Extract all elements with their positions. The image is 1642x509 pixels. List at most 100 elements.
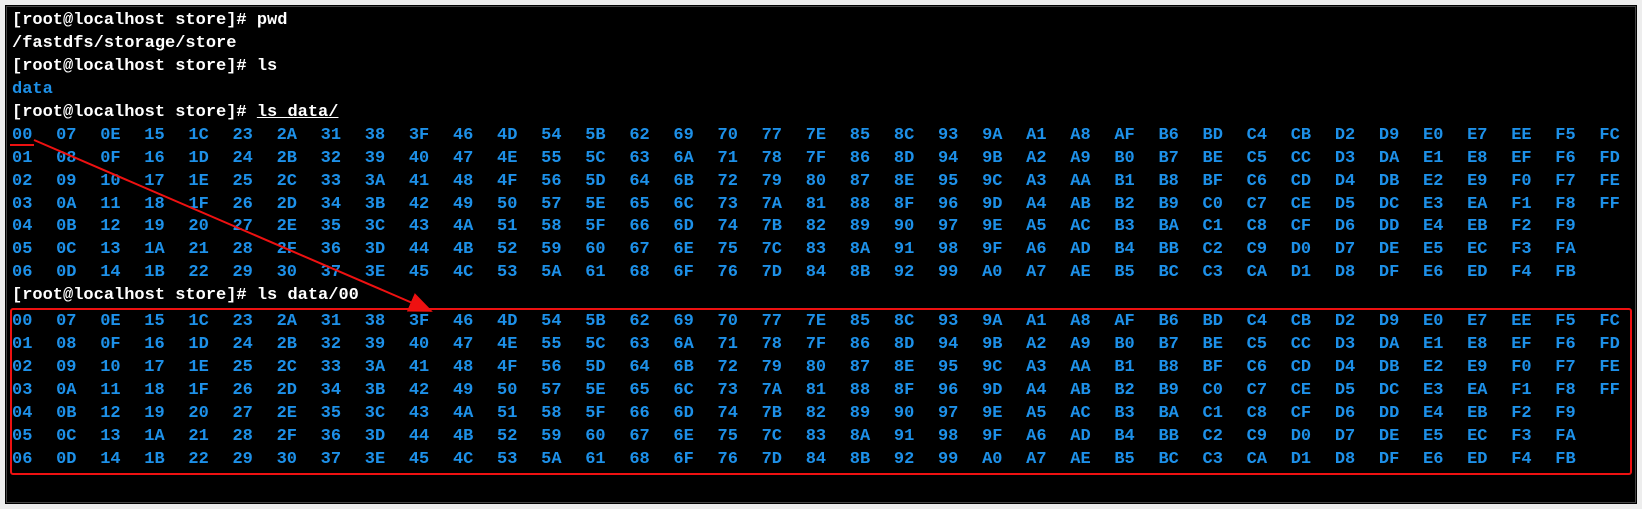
dir-entry: A4 <box>1026 194 1070 217</box>
dir-entry: 7B <box>762 216 806 239</box>
dir-entry: 77 <box>762 125 806 148</box>
prompt-line-1: [root@localhost store]# pwd <box>12 10 1630 33</box>
prompt-text: [root@localhost store]# <box>12 286 257 305</box>
dir-entry: 99 <box>938 262 982 285</box>
dir-entry: 95 <box>938 171 982 194</box>
dir-entry: 94 <box>938 148 982 171</box>
dir-entry: 2B <box>277 334 321 357</box>
dir-entry: 47 <box>453 334 497 357</box>
dir-entry: F9 <box>1555 403 1599 426</box>
dir-entry: B2 <box>1114 194 1158 217</box>
dir-entry: 9F <box>982 426 1026 449</box>
dir-entry: 13 <box>100 239 144 262</box>
dir-entry: 28 <box>232 239 276 262</box>
dir-entry: 1B <box>144 449 188 472</box>
dir-entry: 5C <box>585 334 629 357</box>
dir-entry: BA <box>1158 216 1202 239</box>
dir-entry: 20 <box>188 403 232 426</box>
dir-entry: E6 <box>1423 262 1467 285</box>
dir-entry: 77 <box>762 311 806 334</box>
dir-entry: 01 <box>12 148 56 171</box>
dir-entry: AA <box>1070 171 1114 194</box>
dir-entry: BB <box>1158 239 1202 262</box>
dir-entry: BF <box>1203 171 1247 194</box>
dir-entry: 8D <box>894 148 938 171</box>
dir-entry: BB <box>1158 426 1202 449</box>
dir-entry: 89 <box>850 403 894 426</box>
dir-entry: 4C <box>453 262 497 285</box>
dir-entry: 24 <box>232 334 276 357</box>
dir-entry: 86 <box>850 148 894 171</box>
dir-entry: CF <box>1291 216 1335 239</box>
dir-entry: 69 <box>673 311 717 334</box>
dir-entry: 55 <box>541 334 585 357</box>
dir-entry: 8F <box>894 380 938 403</box>
dir-entry: 9C <box>982 171 1026 194</box>
dir-entry: 35 <box>321 403 365 426</box>
dir-entry: 0C <box>56 426 100 449</box>
dir-entry: E4 <box>1423 403 1467 426</box>
dir-entry: 63 <box>629 148 673 171</box>
dir-entry: 7B <box>762 403 806 426</box>
dir-entry: 6A <box>673 334 717 357</box>
dir-entry: 1F <box>188 194 232 217</box>
dir-entry: 5E <box>585 194 629 217</box>
dir-entry: D0 <box>1291 239 1335 262</box>
dir-entry: 86 <box>850 334 894 357</box>
dir-entry: 4D <box>497 311 541 334</box>
dir-entry: 30 <box>277 262 321 285</box>
dir-entry: DF <box>1379 449 1423 472</box>
dir-entry: FA <box>1555 426 1599 449</box>
dir-row: 020910171E252C333A41484F565D646B72798087… <box>12 171 1630 194</box>
dir-entry: AD <box>1070 426 1114 449</box>
dir-entry: 12 <box>100 216 144 239</box>
dir-entry: 19 <box>144 403 188 426</box>
dir-entry: 93 <box>938 311 982 334</box>
dir-entry: FB <box>1555 449 1599 472</box>
dir-entry: EF <box>1511 148 1555 171</box>
dir-entry: C9 <box>1247 426 1291 449</box>
dir-entry: 3F <box>409 311 453 334</box>
dir-entry: 44 <box>409 239 453 262</box>
dir-entry: 1F <box>188 380 232 403</box>
dir-entry: F2 <box>1511 216 1555 239</box>
dir-entry: C2 <box>1203 426 1247 449</box>
dir-entry: 66 <box>629 216 673 239</box>
dir-entry: 0F <box>100 334 144 357</box>
dir-entry: 22 <box>188 449 232 472</box>
terminal[interactable]: { "prompt": "[root@localhost store]# ", … <box>5 5 1637 504</box>
dir-entry: F3 <box>1511 239 1555 262</box>
dir-entry: 32 <box>321 148 365 171</box>
dir-entry: 48 <box>453 171 497 194</box>
dir-entry: FF <box>1599 380 1637 403</box>
dir-entry: 12 <box>100 403 144 426</box>
dir-entry: EB <box>1467 216 1511 239</box>
dir-entry: 93 <box>938 125 982 148</box>
dir-entry: 8E <box>894 171 938 194</box>
dir-entry: B2 <box>1114 380 1158 403</box>
dir-entry: 47 <box>453 148 497 171</box>
dir-entry: 6C <box>673 380 717 403</box>
dir-entry: 85 <box>850 125 894 148</box>
dir-entry: 39 <box>365 334 409 357</box>
dir-entry: 81 <box>806 380 850 403</box>
dir-entry <box>1599 262 1637 285</box>
dir-entry: 29 <box>232 449 276 472</box>
dir-entry: 80 <box>806 171 850 194</box>
dir-entry: 5A <box>541 262 585 285</box>
dir-entry: 84 <box>806 449 850 472</box>
dir-entry: F1 <box>1511 380 1555 403</box>
output-ls-data-00: 00070E151C232A31383F464D545B626970777E85… <box>10 308 1632 475</box>
dir-entry: C6 <box>1247 171 1291 194</box>
dir-entry: C2 <box>1203 239 1247 262</box>
dir-entry: CB <box>1291 125 1335 148</box>
dir-entry: 14 <box>100 262 144 285</box>
dir-entry: 9A <box>982 311 1026 334</box>
dir-row: 060D141B222930373E454C535A61686F767D848B… <box>12 449 1630 472</box>
dir-entry: B1 <box>1114 171 1158 194</box>
dir-entry: A1 <box>1026 125 1070 148</box>
dir-entry: 21 <box>188 426 232 449</box>
dir-entry: EC <box>1467 426 1511 449</box>
dir-entry: F2 <box>1511 403 1555 426</box>
dir-entry: 6C <box>673 194 717 217</box>
